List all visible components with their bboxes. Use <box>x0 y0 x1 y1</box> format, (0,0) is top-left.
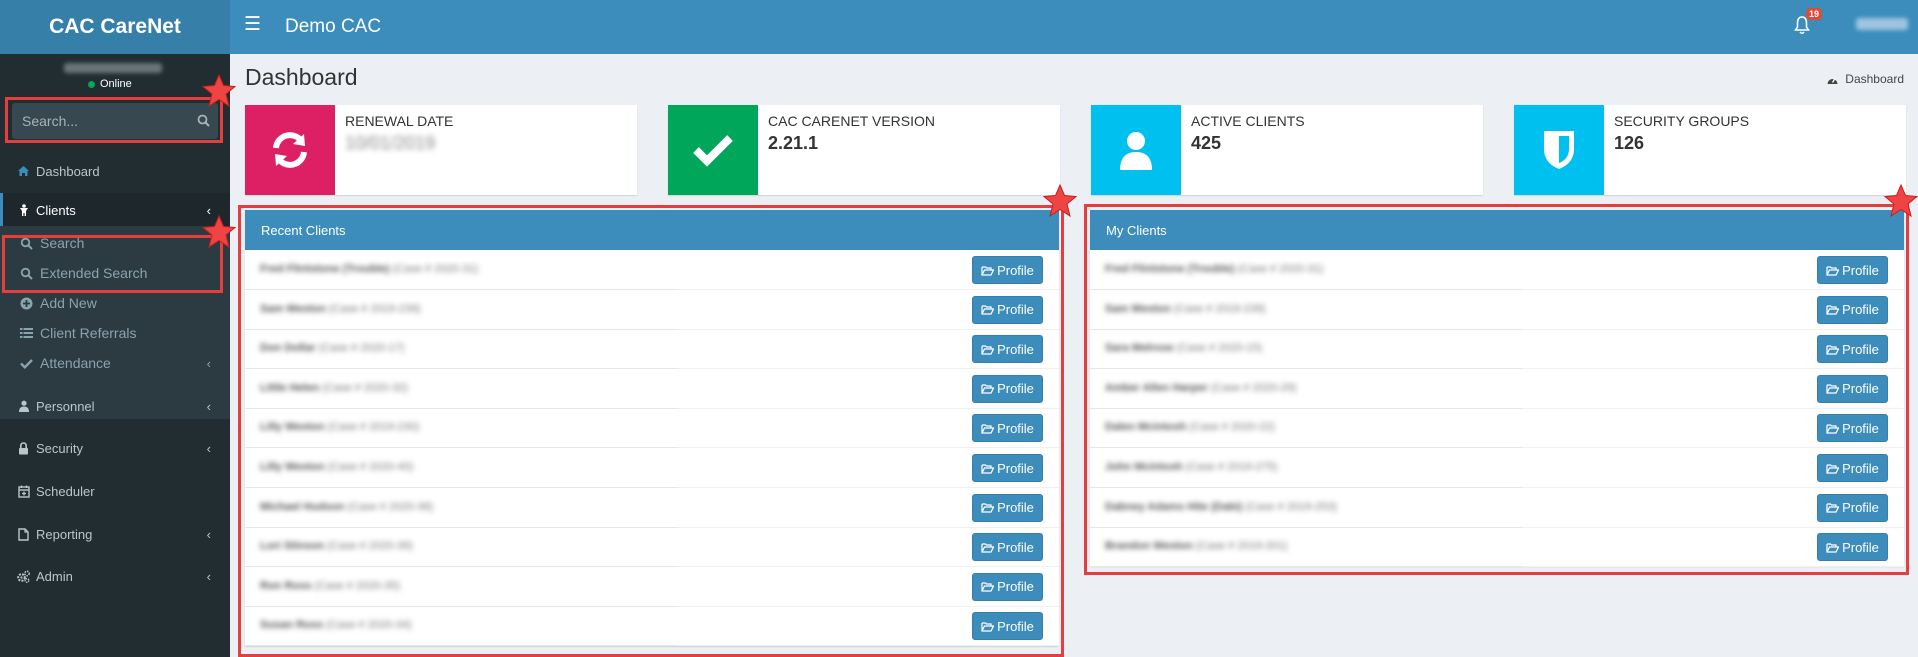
notification-badge: 19 <box>1805 8 1822 20</box>
shield-icon <box>1514 105 1604 195</box>
file-icon <box>17 527 30 541</box>
home-icon <box>17 165 30 178</box>
chevron-left-icon: ‹ <box>206 526 211 542</box>
breadcrumb[interactable]: Dashboard <box>1826 72 1904 86</box>
refresh-icon <box>245 105 335 195</box>
highlight-my-clients <box>1084 204 1909 575</box>
sidebar-item-admin[interactable]: Admin ‹ <box>0 556 230 596</box>
app-title: Demo CAC <box>285 16 382 37</box>
check-icon <box>668 105 758 195</box>
info-box-value: 2.21.1 <box>768 133 819 153</box>
sidebar-item-label: Clients <box>36 202 76 218</box>
hamburger-menu-icon[interactable]: ☰ <box>244 13 261 36</box>
lock-icon <box>17 441 30 455</box>
sidebar-item-label: Security <box>36 440 83 456</box>
highlight-search-box <box>5 97 223 143</box>
child-icon <box>17 203 30 217</box>
info-box-active-clients: ACTIVE CLIENTS 425 <box>1091 105 1483 195</box>
user-menu[interactable] <box>1856 18 1908 30</box>
info-box-label: ACTIVE CLIENTS <box>1191 113 1305 129</box>
chevron-left-icon: ‹ <box>206 355 211 371</box>
cogs-icon <box>17 570 30 583</box>
sidebar-item-label: Personnel <box>36 398 95 414</box>
app-logo[interactable]: CAC CareNet <box>0 0 230 54</box>
breadcrumb-label: Dashboard <box>1845 72 1904 86</box>
submenu-item-client-referrals[interactable]: Client Referrals <box>0 318 230 348</box>
chevron-left-icon: ‹ <box>206 568 211 584</box>
sidebar: Online Dashboard Clients ‹ Search <box>0 54 230 657</box>
info-box-value: 425 <box>1191 133 1222 153</box>
info-box-label: CAC CARENET VERSION <box>768 113 935 129</box>
info-box-label: RENEWAL DATE <box>345 113 454 129</box>
submenu-item-attendance[interactable]: Attendance ‹ <box>0 348 230 378</box>
submenu-item-label: Client Referrals <box>40 325 137 341</box>
info-box-label: SECURITY GROUPS <box>1614 113 1750 129</box>
sidebar-item-personnel[interactable]: Personnel ‹ <box>0 386 230 426</box>
user-icon <box>1091 105 1181 195</box>
submenu-item-label: Attendance <box>40 355 111 371</box>
info-box-renewal-date: RENEWAL DATE 10/01/2019 <box>245 105 637 195</box>
info-box-value: 126 <box>1614 133 1645 153</box>
sidebar-item-security[interactable]: Security ‹ <box>0 428 230 468</box>
star-marker-icon <box>1884 184 1918 218</box>
plus-circle-icon <box>20 297 33 310</box>
info-box-security-groups: SECURITY GROUPS 126 <box>1514 105 1906 195</box>
submenu-item-label: Add New <box>40 295 97 311</box>
sidebar-item-label: Reporting <box>36 526 93 542</box>
list-icon <box>20 327 33 340</box>
sidebar-item-reporting[interactable]: Reporting ‹ <box>0 514 230 554</box>
highlight-search-submenu <box>2 235 223 293</box>
user-icon <box>17 400 30 413</box>
chevron-left-icon: ‹ <box>206 398 211 414</box>
user-panel-name <box>64 63 162 73</box>
top-navbar: ☰ Demo CAC 19 <box>230 0 1918 54</box>
user-status: Online <box>88 78 132 90</box>
sidebar-item-dashboard[interactable]: Dashboard <box>0 151 230 191</box>
sidebar-item-label: Dashboard <box>36 163 100 179</box>
check-icon <box>20 357 33 370</box>
chevron-left-icon: ‹ <box>206 440 211 456</box>
star-marker-icon <box>202 74 236 108</box>
online-dot-icon <box>88 80 95 88</box>
page-title: Dashboard <box>245 64 358 90</box>
sidebar-item-clients[interactable]: Clients ‹ <box>0 193 230 227</box>
info-box-version: CAC CARENET VERSION 2.21.1 <box>668 105 1060 195</box>
sidebar-item-label: Scheduler <box>36 483 95 499</box>
calendar-icon <box>17 485 30 498</box>
star-marker-icon <box>202 215 236 249</box>
sidebar-item-label: Admin <box>36 568 73 584</box>
info-box-value: 10/01/2019 <box>345 133 436 153</box>
highlight-recent-clients <box>238 205 1064 657</box>
user-status-label: Online <box>100 78 132 90</box>
sidebar-item-scheduler[interactable]: Scheduler <box>0 471 230 511</box>
star-marker-icon <box>1043 184 1077 218</box>
dashboard-gauge-icon <box>1827 77 1838 84</box>
